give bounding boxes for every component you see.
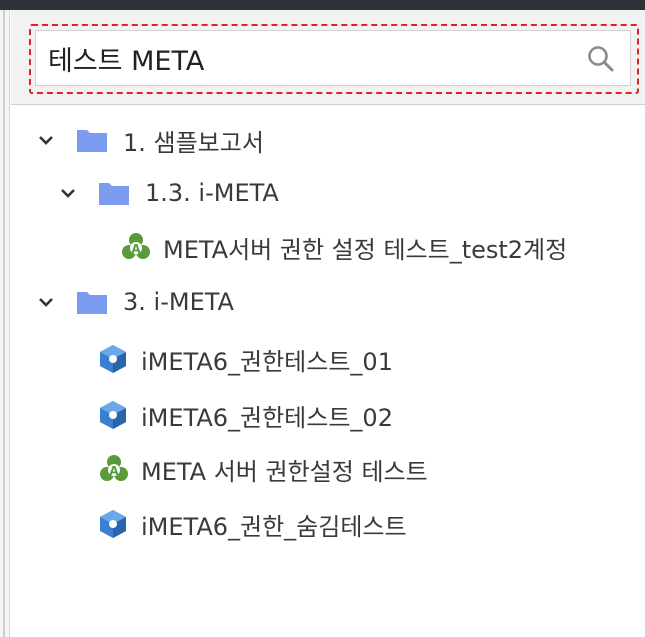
tree-item-label: iMETA6_권한테스트_01 (141, 347, 393, 376)
cube-icon (100, 510, 126, 538)
tree-item-label: 1. 샘플보고서 (123, 128, 264, 157)
folder-icon (77, 130, 107, 152)
tree-item-cube[interactable]: iMETA6_권한테스트_01 (99, 334, 393, 384)
tree-item-folder[interactable]: 1.3. i-META (57, 168, 279, 218)
search-box[interactable] (35, 30, 631, 86)
tree-item-cube[interactable]: iMETA6_권한_숨김테스트 (99, 499, 407, 549)
cube-icon (100, 345, 126, 373)
svg-text:A: A (131, 242, 141, 256)
search-area (11, 10, 645, 105)
tree-view: 1. 샘플보고서 1.3. i-META A META서버 권한 설정 테스트_… (11, 105, 645, 637)
tree-item-label: META서버 권한 설정 테스트_test2계정 (163, 235, 568, 264)
tree-item-folder[interactable]: 3. i-META (35, 277, 234, 327)
chevron-down-icon[interactable] (35, 291, 57, 313)
window-top-bar (0, 0, 645, 10)
report-icon: A (122, 233, 150, 259)
chevron-down-icon[interactable] (35, 129, 57, 151)
tree-item-label: 3. i-META (123, 288, 234, 316)
chevron-down-icon[interactable] (57, 182, 79, 204)
tree-item-label: META 서버 권한설정 테스트 (141, 457, 428, 486)
cube-icon (100, 401, 126, 429)
tree-item-folder[interactable]: 1. 샘플보고서 (35, 115, 264, 165)
tree-item-report[interactable]: A META 서버 권한설정 테스트 (99, 444, 428, 494)
folder-icon (99, 183, 129, 205)
tree-item-label: iMETA6_권한_숨김테스트 (141, 512, 407, 541)
tree-item-cube[interactable]: iMETA6_권한테스트_02 (99, 390, 393, 440)
search-icon[interactable] (586, 44, 616, 74)
folder-icon (77, 292, 107, 314)
tree-item-report[interactable]: A META서버 권한 설정 테스트_test2계정 (121, 222, 567, 272)
search-input[interactable] (48, 31, 568, 85)
report-icon: A (100, 455, 128, 481)
svg-text:A: A (109, 464, 119, 478)
tree-item-label: iMETA6_권한테스트_02 (141, 403, 393, 432)
panel-left-border (0, 10, 10, 637)
tree-item-label: 1.3. i-META (145, 179, 279, 207)
